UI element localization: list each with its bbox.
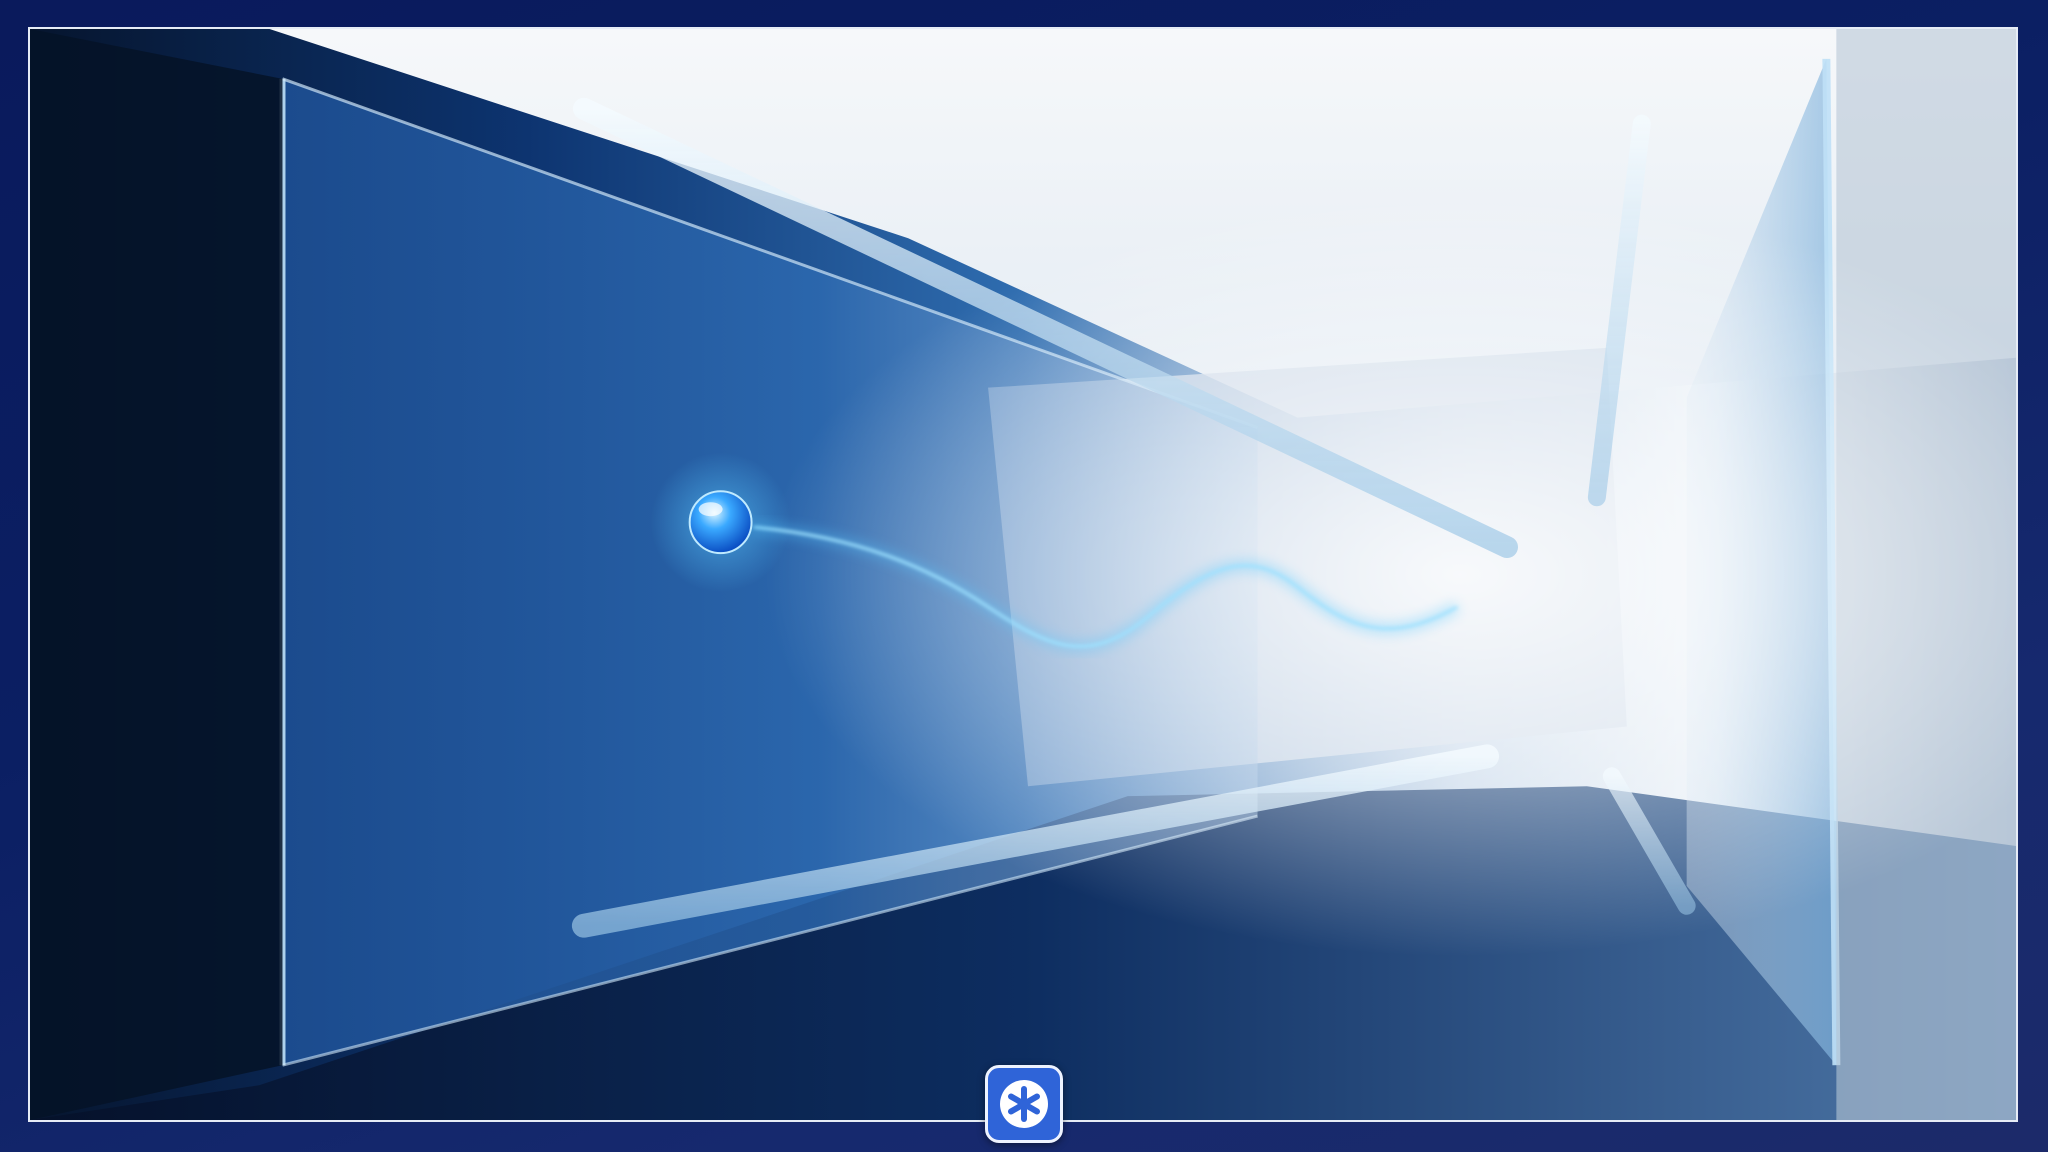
glass-corridor-wallpaper-art (30, 29, 2016, 1120)
asterisk-icon (1000, 1080, 1048, 1128)
desktop-wallpaper-frame (28, 27, 2018, 1122)
wallpaper (30, 29, 2016, 1120)
launcher-button[interactable] (985, 1065, 1063, 1143)
